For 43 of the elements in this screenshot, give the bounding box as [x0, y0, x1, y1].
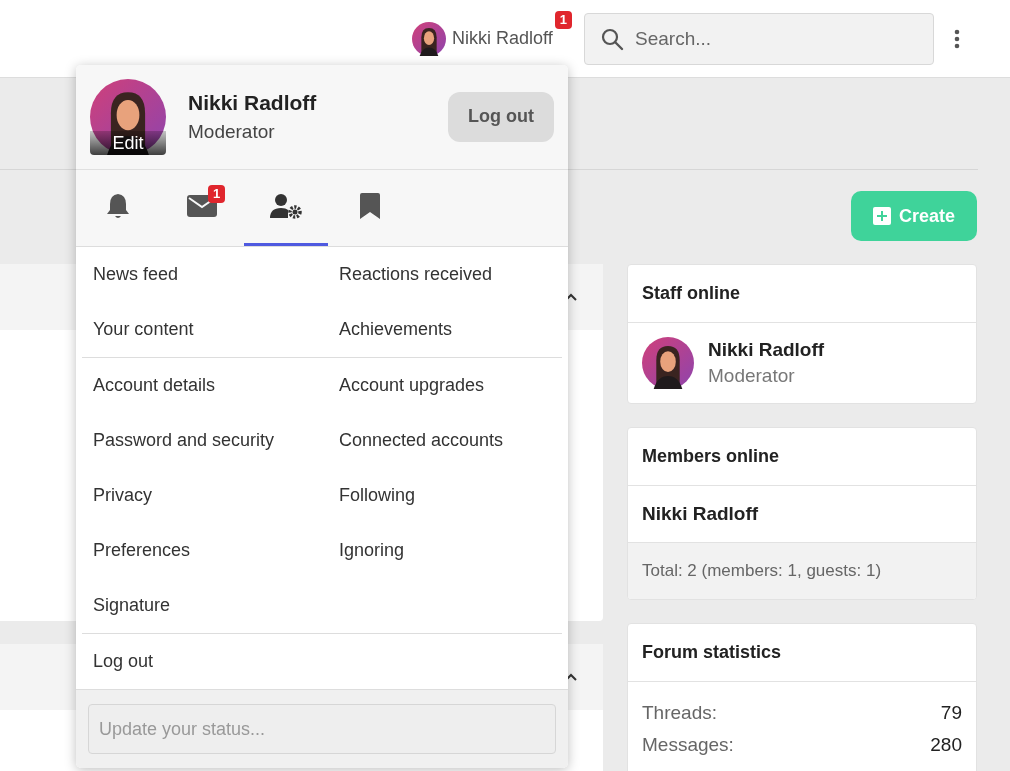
online-total: Total: 2 (members: 1, guests: 1) — [628, 543, 976, 599]
user-menu-link[interactable]: Nikki Radloff — [412, 21, 553, 56]
card-title: Staff online — [628, 265, 976, 323]
log-out-button[interactable]: Log out — [448, 91, 554, 142]
member-name[interactable]: Nikki Radloff — [708, 339, 825, 361]
menu-item[interactable]: Log out — [82, 634, 562, 690]
avatar-edit-link[interactable]: Edit — [90, 78, 166, 155]
avatar-icon — [642, 337, 694, 389]
menu-item[interactable]: News feed — [82, 247, 328, 303]
avatar-icon — [90, 78, 166, 155]
menu-item[interactable]: Account upgrades — [328, 358, 562, 414]
menu-item[interactable]: Signature — [82, 578, 328, 634]
menu-item[interactable]: Password and security — [82, 413, 328, 469]
card-title: Members online — [628, 428, 976, 486]
notification-badge: 1 — [554, 11, 572, 29]
search-field[interactable]: Search... — [584, 12, 934, 65]
menu-item[interactable]: Account details — [82, 358, 328, 414]
stat-label: Threads: — [642, 702, 717, 724]
bookmark-icon — [360, 193, 380, 220]
member-name[interactable]: Nikki Radloff — [642, 503, 759, 524]
avatar-icon — [412, 21, 447, 56]
menu-item[interactable]: Ignoring — [328, 523, 562, 579]
user-name[interactable]: Nikki Radloff — [188, 90, 426, 115]
user-gear-icon — [270, 193, 302, 220]
menu-tab[interactable]: 1 — [160, 169, 244, 247]
stat-value: 280 — [930, 734, 962, 756]
menu-item[interactable]: Following — [328, 468, 562, 524]
menu-item[interactable]: Privacy — [82, 468, 328, 524]
plus-icon — [872, 207, 891, 225]
stat-label: Messages: — [642, 734, 734, 756]
notification-badge: 1 — [208, 184, 226, 203]
menu-item[interactable]: Achievements — [328, 302, 562, 358]
stat-value: 79 — [940, 702, 962, 724]
more-options-icon[interactable] — [954, 28, 960, 49]
user-role: Moderator — [188, 120, 276, 143]
menu-item[interactable]: Reactions received — [328, 247, 562, 303]
menu-item[interactable]: Preferences — [82, 523, 328, 579]
card-title: Forum statistics — [628, 624, 976, 682]
status-field[interactable]: Update your status... — [88, 704, 556, 755]
menu-item[interactable]: Connected accounts — [328, 413, 562, 469]
menu-item[interactable]: Your content — [82, 302, 328, 358]
bell-icon — [105, 192, 131, 221]
member-role: Moderator — [708, 365, 796, 387]
